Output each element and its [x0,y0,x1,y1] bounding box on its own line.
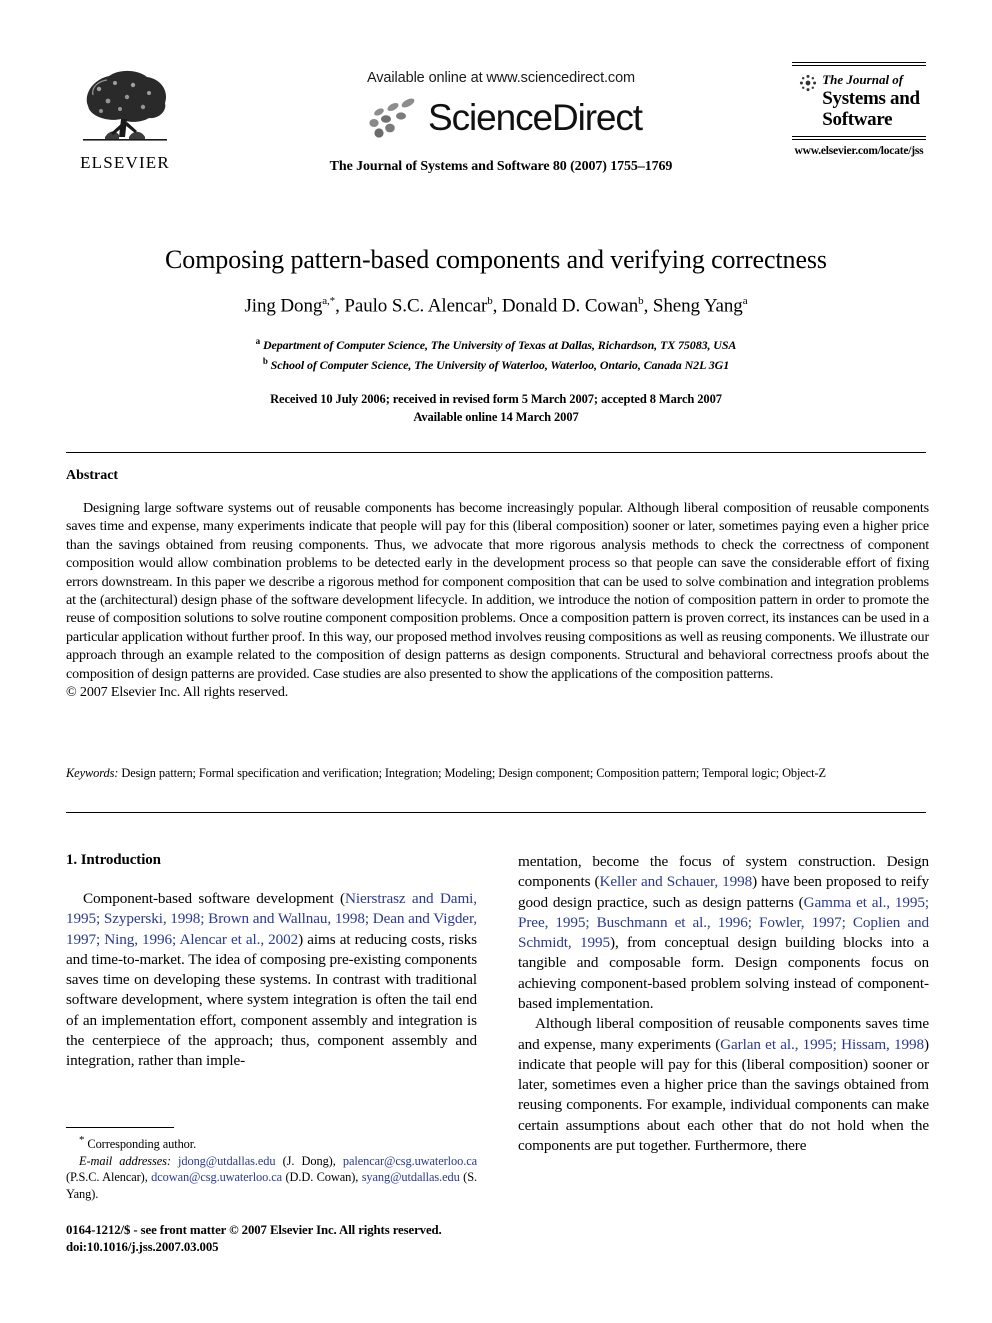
abstract-copyright: © 2007 Elsevier Inc. All rights reserved… [66,683,289,700]
affiliation-mark: a [255,336,261,347]
author-mark: a [742,294,748,307]
author-name: Donald D. Cowan [501,295,639,317]
received-dates: Received 10 July 2006; received in revis… [270,392,722,406]
corresponding-author-note: * Corresponding author. [66,1133,477,1153]
email-link[interactable]: dcowan@csg.uwaterloo.ca [151,1170,282,1184]
footer-block: 0164-1212/$ - see front matter © 2007 El… [66,1222,536,1257]
author-name: Paulo S.C. Alencar [344,295,488,317]
citation-link[interactable]: Garlan et al., 1995; Hissam, 1998 [720,1036,924,1053]
email-addresses-label: E-mail addresses: [79,1153,171,1168]
email-owner: (J. Dong) [282,1153,333,1168]
available-online-text: Available online at www.sciencedirect.co… [366,70,636,86]
paragraph: Although liberal composition of reusable… [518,1014,929,1156]
doi-line: doi:10.1016/j.jss.2007.03.005 [66,1240,219,1255]
affiliation-mark: b [262,355,268,366]
paragraph-segment: ) indicate that people will pay for this… [518,1035,929,1154]
affiliation-item: b School of Computer Science, The Univer… [66,355,926,374]
paragraph: mentation, become the focus of system co… [518,852,929,1014]
abstract-heading: Abstract [66,468,119,483]
journal-box-text: The Journal of Systems and Software [822,72,920,130]
issn-line: 0164-1212/$ - see front matter © 2007 El… [66,1223,442,1237]
elsevier-wordmark: ELSEVIER [80,153,170,172]
elsevier-logo: ELSEVIER [66,65,184,171]
keywords-bottom-rule [66,812,926,813]
sciencedirect-logo: ScienceDirect [266,95,736,139]
page-title: Composing pattern-based components and v… [165,245,827,274]
abstract-section: Abstract Designing large software system… [66,468,929,701]
citation-link[interactable]: Keller and Schauer, 1998 [600,873,753,890]
sciencedirect-wordmark: ScienceDirect [428,96,643,138]
author-name: Jing Dong [244,295,323,317]
author-mark: a,* [322,294,336,307]
journal-box-bottom-rule [792,136,926,141]
journal-logo-box: The Journal of Systems and Software www.… [792,62,926,157]
keywords-text: Design pattern; Formal specification and… [118,766,827,780]
sciencedirect-block: Available online at www.sciencedirect.co… [266,70,736,175]
affiliation-item: a Department of Computer Science, The Un… [66,335,926,354]
paragraph-segment: ) aims at reducing costs, risks and time… [66,930,477,1070]
affiliation-text: Department of Computer Science, The Univ… [262,338,737,353]
available-online-date: Available online 14 March 2007 [413,409,579,424]
email-link[interactable]: jdong@utdallas.edu [178,1154,275,1168]
author-separator: , [492,295,502,317]
paragraph: Component-based software development (Ni… [66,889,477,1072]
abstract-text: Designing large software systems out of … [66,500,929,682]
journal-box-inner: The Journal of Systems and Software [792,66,926,136]
affiliation-text: School of Computer Science, The Universi… [270,357,730,372]
email-link[interactable]: palencar@csg.uwaterloo.ca [343,1154,477,1168]
journal-emblem-icon [800,74,817,92]
footnote-block: * Corresponding author. E-mail addresses… [66,1133,477,1202]
email-owner: (P.S.C. Alencar) [66,1170,145,1185]
masthead: ELSEVIER Available online at www.science… [66,62,926,202]
abstract-top-rule [66,452,926,453]
journal-box-line2: Systems and [822,87,920,109]
journal-box-line3: Software [822,108,893,130]
journal-citation: The Journal of Systems and Software 80 (… [329,159,673,174]
email-addresses-note: E-mail addresses: jdong@utdallas.edu (J.… [66,1153,478,1201]
left-column: 1. Introduction Component-based software… [66,852,477,1072]
section-heading-introduction: 1. Introduction [66,852,161,868]
keywords-section: Keywords: Design pattern; Formal specifi… [66,765,929,782]
email-owner: (D.D. Cowan) [285,1170,356,1185]
title-block: Composing pattern-based components and v… [66,245,926,426]
journal-homepage-url[interactable]: www.elsevier.com/locate/jss [792,145,926,157]
email-link[interactable]: syang@utdallas.edu [362,1170,460,1184]
paragraph-segment: Component-based software development ( [83,890,345,907]
keywords-label: Keywords: [66,766,119,780]
article-page: ELSEVIER Available online at www.science… [0,0,992,1323]
journal-box-line1: The Journal of [822,72,904,87]
right-column: mentation, become the focus of system co… [518,852,929,1156]
corresponding-author-text: Corresponding author. [84,1137,197,1152]
author-separator: , [643,295,653,317]
elsevier-tree-icon [83,70,167,141]
footnote-separator-rule [66,1127,174,1128]
author-list: Jing Donga,*, Paulo S.C. Alencarb, Donal… [66,295,926,317]
sciencedirect-dots-icon [369,98,415,138]
author-name: Sheng Yang [652,295,743,317]
affiliation-list: a Department of Computer Science, The Un… [66,335,926,374]
history-dates: Received 10 July 2006; received in revis… [66,391,926,426]
author-separator: , [335,295,345,317]
